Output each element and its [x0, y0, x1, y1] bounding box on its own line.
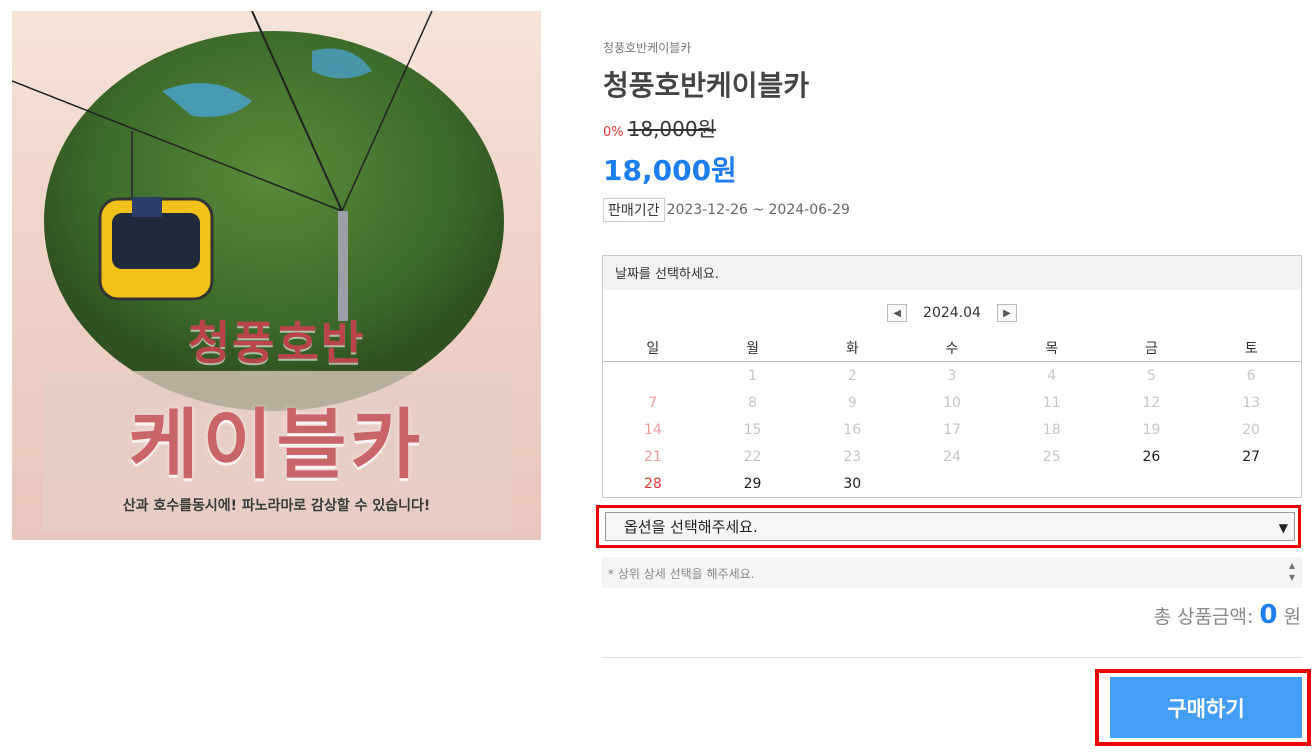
calendar-month: 2024.04 — [923, 305, 981, 321]
weekday-label: 토 — [1244, 341, 1258, 357]
original-price: 18,000원 — [627, 117, 717, 141]
product-image: 청풍호반 케이블카 산과 호수를동시에! 파노라마로 감상할 수 있습니다! — [12, 11, 541, 540]
weekday-label: 일 — [646, 341, 660, 357]
calendar-day: 9 — [847, 395, 857, 411]
sale-period-value: 2023-12-26 ~ 2024-06-29 — [666, 202, 850, 218]
buy-button[interactable]: 구매하기 — [1110, 677, 1302, 738]
brand-name: 청풍호반케이블카 — [603, 41, 692, 55]
calendar-day: 5 — [1146, 368, 1156, 384]
buy-button-highlight: 구매하기 — [1095, 669, 1311, 746]
calendar-day: 3 — [947, 368, 957, 384]
calendar-day: 24 — [943, 449, 961, 465]
weekday-label: 월 — [746, 341, 759, 357]
calendar-day: 18 — [1042, 422, 1061, 438]
calendar-day: 22 — [743, 449, 762, 465]
divider — [602, 657, 1302, 658]
calendar-day: 11 — [1042, 395, 1061, 411]
total-unit: 원 — [1283, 606, 1301, 628]
total-label: 총 상품금액: — [1153, 606, 1254, 628]
option-select[interactable]: 옵션을 선택해주세요. ▼ — [605, 512, 1295, 541]
total-amount: 0 — [1259, 600, 1278, 630]
calendar-day: 8 — [748, 395, 758, 411]
calendar-day[interactable]: 29 — [703, 471, 803, 498]
calendar-day: 19 — [1142, 422, 1161, 438]
weekday-label: 금 — [1144, 341, 1158, 357]
option-notice: * 상위 상세 선택을 해주세요. ▲ ▼ — [602, 557, 1302, 588]
calendar-day[interactable]: 27 — [1201, 444, 1301, 471]
chevron-left-icon[interactable]: ◀ — [887, 304, 908, 322]
calendar-day: 15 — [743, 422, 762, 438]
calendar-day: 20 — [1242, 422, 1261, 438]
date-picker-calendar: 날짜를 선택하세요. ◀ 2024.04 ▶ 일월화수목금토 123456789… — [602, 255, 1302, 498]
calendar-day: 16 — [843, 422, 862, 438]
calendar-month-nav: ◀ 2024.04 ▶ — [603, 304, 1301, 322]
calendar-weekdays: 일월화수목금토 — [603, 338, 1301, 362]
image-title-line2: 케이블카 — [128, 400, 425, 489]
total-price: 총 상품금액: 0 원 — [1154, 600, 1301, 630]
weekday-label: 목 — [1045, 341, 1059, 357]
image-title-line1: 청풍호반 — [187, 316, 366, 370]
calendar-day: 4 — [1047, 368, 1057, 384]
spinner-arrows-icon[interactable]: ▲ ▼ — [1286, 560, 1298, 584]
option-select-value: 옵션을 선택해주세요. — [624, 518, 758, 536]
calendar-day: 10 — [943, 395, 961, 411]
calendar-empty-cell — [603, 363, 703, 390]
option-select-highlight: 옵션을 선택해주세요. ▼ — [596, 505, 1301, 548]
calendar-day: 1 — [748, 368, 758, 384]
product-title: 청풍호반케이블카 — [603, 69, 810, 102]
weekday-label: 수 — [945, 341, 959, 357]
chevron-down-icon: ▼ — [1278, 521, 1288, 535]
calendar-day: 2 — [847, 368, 857, 384]
chevron-right-icon[interactable]: ▶ — [996, 304, 1017, 322]
calendar-prompt: 날짜를 선택하세요. — [603, 256, 1301, 290]
image-caption: 산과 호수를동시에! 파노라마로 감상할 수 있습니다! — [122, 498, 431, 514]
original-price-row: 0% 18,000원 — [603, 113, 716, 142]
calendar-day: 6 — [1246, 368, 1256, 384]
calendar-day: 13 — [1242, 395, 1261, 411]
calendar-day: 14 — [643, 422, 662, 438]
calendar-day: 12 — [1142, 395, 1161, 411]
calendar-day[interactable]: 28 — [603, 471, 703, 498]
weekday-label: 화 — [845, 341, 859, 357]
sale-period: 판매기간 2023-12-26 ~ 2024-06-29 — [603, 198, 850, 222]
calendar-day[interactable]: 26 — [1102, 444, 1202, 471]
calendar-day: 7 — [648, 395, 658, 411]
discount-rate: 0% — [603, 125, 624, 140]
calendar-day[interactable]: 30 — [802, 471, 902, 498]
option-notice-text: * 상위 상세 선택을 해주세요. — [608, 567, 755, 581]
calendar-day: 21 — [643, 449, 662, 465]
calendar-day: 25 — [1042, 449, 1061, 465]
sale-price: 18,000원 — [603, 154, 737, 187]
calendar-day: 17 — [943, 422, 961, 438]
sale-period-label: 판매기간 — [603, 198, 665, 222]
calendar-days: 1 2 3 4 5 6 7 8 9 10 11 12 13 14 15 16 17 18 19 20 21 22 23 24 2… — [603, 363, 1301, 498]
calendar-day: 23 — [843, 449, 862, 465]
